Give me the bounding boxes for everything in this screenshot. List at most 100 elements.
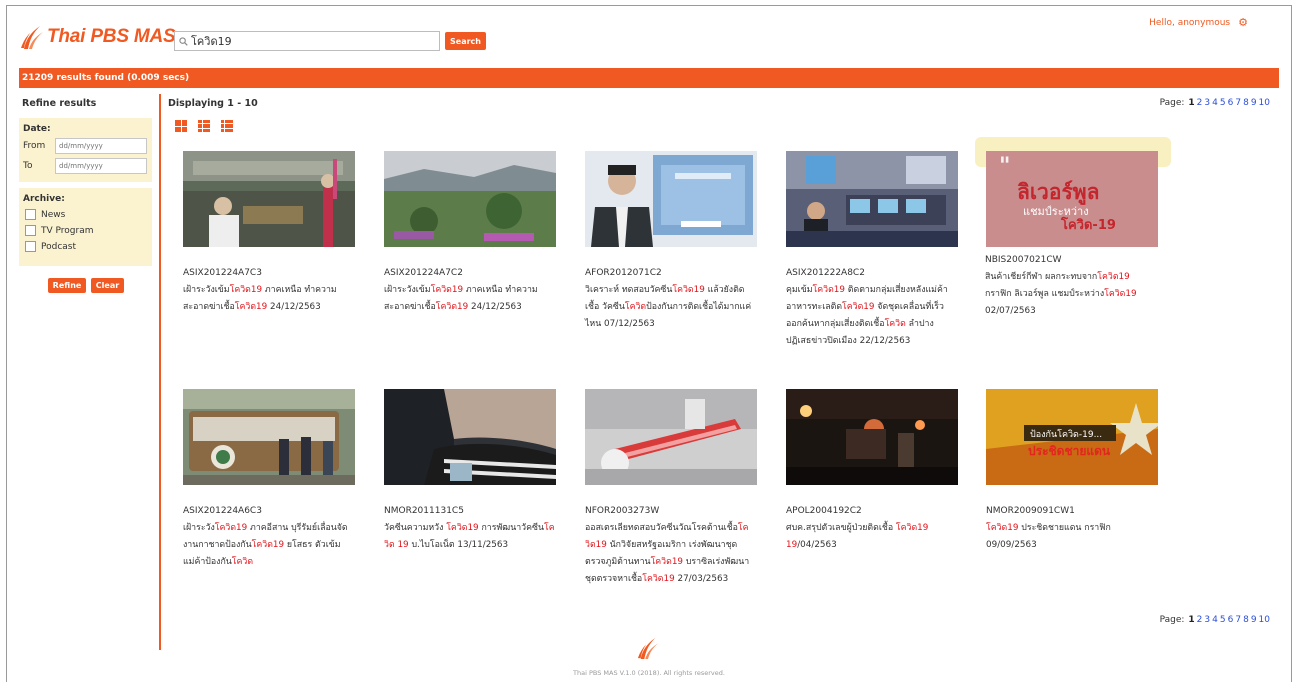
page-link[interactable]: 2 [1197,98,1203,108]
liverpool-title-text: ลิเวอร์พูล [1017,180,1100,206]
result-card[interactable]: NFOR2003273W ออสเตรเลียทดสอบวัคซีนวัณโรค… [585,389,757,588]
keyword-highlight: โควิด19 [251,540,285,550]
tv-program-checkbox[interactable] [25,225,36,236]
footer-bird-icon [637,636,659,664]
keyword-highlight: โควิด19 [895,523,929,533]
news-checkbox[interactable] [25,209,36,220]
thai-pbs-logo[interactable]: Thai PBS MAS [20,24,176,50]
video-thumbnail[interactable] [384,389,556,485]
refine-button[interactable]: Refine [48,278,86,293]
page-link[interactable]: 9 [1251,615,1257,625]
result-card[interactable]: ป้องกันโควิด-19... ประชิดชายแดน NMOR2009… [986,389,1162,554]
result-card[interactable]: APOL2004192C2 ศบค.สรุปตัวเลขผู้ป่วยติดเช… [786,389,958,554]
video-thumbnail[interactable] [183,389,355,485]
compact-list-view-icon[interactable] [198,120,210,132]
video-thumbnail[interactable] [585,389,757,485]
result-card[interactable]: ASIX201224A7C2 เฝ้าระวังเข้มโควิด19 ภาคเ… [384,151,556,316]
keyword-highlight: โควิด [624,302,647,312]
asset-description[interactable]: เฝ้าระวังโควิด19 ภาคอีสาน บุรีรัมย์เลื่อ… [183,520,355,571]
page-link[interactable]: 3 [1204,615,1210,625]
page-link[interactable]: 1 [1188,615,1194,625]
video-thumbnail[interactable] [384,151,556,247]
page-link[interactable]: 7 [1235,615,1241,625]
archive-option-news[interactable]: News [23,209,148,220]
result-card[interactable]: " ลิเวอร์พูล แชมป์ระหว่าง โควิด-19 NBIS2… [975,137,1171,320]
podcast-label: Podcast [41,241,77,252]
page-link[interactable]: 6 [1228,615,1234,625]
description-text: 27/03/2563 [674,574,729,584]
gear-icon[interactable]: ⚙ [1238,16,1248,29]
description-text: /04/2563 [797,540,837,550]
search-field[interactable] [174,31,440,51]
detail-list-view-icon[interactable] [221,120,233,132]
to-date-input[interactable] [55,158,147,174]
video-thumbnail[interactable] [585,151,757,247]
page-link[interactable]: 4 [1212,615,1218,625]
page-link[interactable]: 8 [1243,615,1249,625]
from-date-input[interactable] [55,138,147,154]
page-link[interactable]: 7 [1235,98,1241,108]
user-greeting[interactable]: Hello, anonymous [1149,18,1230,28]
keyword-highlight: โควิด19 [234,302,268,312]
asset-description[interactable]: ออสเตรเลียทดสอบวัคซีนวัณโรคต้านเชื้อโควิ… [585,520,757,588]
asset-description[interactable]: ศบค.สรุปตัวเลขผู้ป่วยติดเชื้อ โควิด19 19… [786,520,958,554]
archive-option-tv-program[interactable]: TV Program [23,225,148,236]
page-label: Page: [1159,98,1185,108]
search-button[interactable]: Search [445,32,486,50]
keyword-highlight: โควิด19 [650,557,684,567]
pagination-bottom: Page: 1 2 3 4 5 6 7 8 9 10 [1160,615,1270,625]
page-link[interactable]: 5 [1220,98,1226,108]
results-count-bar: 21209 results found (0.009 secs) [19,68,1279,88]
page-link[interactable]: 6 [1228,98,1234,108]
video-thumbnail[interactable] [786,389,958,485]
page-link[interactable]: 1 [1188,98,1194,108]
result-card[interactable]: NMOR2011131C5 วัคซีนความหวัง โควิด19 การ… [384,389,556,554]
asset-code: ASIX201224A7C3 [183,268,262,278]
page-link[interactable]: 5 [1220,615,1226,625]
pagination-top: Page: 1 2 3 4 5 6 7 8 9 10 [1160,98,1270,108]
description-text: 02/07/2563 [985,306,1036,316]
video-thumbnail[interactable] [786,151,958,247]
video-thumbnail[interactable]: ป้องกันโควิด-19... ประชิดชายแดน [986,389,1162,485]
asset-description[interactable]: คุมเข้มโควิด19 ติดตามกลุ่มเสี่ยงหลังแม่ค… [786,282,958,350]
archive-option-podcast[interactable]: Podcast [23,241,148,252]
result-card[interactable]: ASIX201224A6C3 เฝ้าระวังโควิด19 ภาคอีสาน… [183,389,355,571]
asset-code: APOL2004192C2 [786,506,862,516]
page-link[interactable]: 2 [1197,615,1203,625]
liverpool-covid-text: โควิด-19 [1060,216,1116,233]
video-thumbnail[interactable] [183,151,355,247]
description-text: 24/12/2563 [468,302,522,312]
to-label: To [23,161,33,171]
page-link[interactable]: 4 [1212,98,1218,108]
border-bottom-text: ประชิดชายแดน [1028,444,1111,458]
page-link[interactable]: 9 [1251,98,1257,108]
result-card[interactable]: ASIX201224A7C3 เฝ้าระวังเข้มโควิด19 ภาคเ… [183,151,355,316]
description-text: สินค้าเชียร์กีฬา ผลกระทบจาก [985,272,1098,282]
page-link[interactable]: 3 [1204,98,1210,108]
podcast-checkbox[interactable] [25,241,36,252]
clear-button[interactable]: Clear [91,278,124,293]
asset-description[interactable]: สินค้าเชียร์กีฬา ผลกระทบจากโควิด19 กราฟิ… [985,269,1157,320]
view-toggle [175,120,244,132]
video-thumbnail[interactable]: " ลิเวอร์พูล แชมป์ระหว่าง โควิด-19 [975,137,1171,247]
page-link[interactable]: 8 [1243,98,1249,108]
result-card[interactable]: ASIX201222A8C2 คุมเข้มโควิด19 ติดตามกลุ่… [786,151,958,350]
description-text: เฝ้าระวัง [183,523,215,533]
asset-description[interactable]: เฝ้าระวังเข้มโควิด19 ภาคเหนือ ทำความสะอา… [384,282,556,316]
page-link[interactable]: 10 [1259,98,1270,108]
page-link[interactable]: 10 [1259,615,1270,625]
archive-filter-title: Archive: [23,194,65,204]
user-menu[interactable]: Hello, anonymous ⚙ [1149,16,1248,29]
asset-description[interactable]: เฝ้าระวังเข้มโควิด19 ภาคเหนือ ทำความสะอา… [183,282,355,316]
asset-description[interactable]: โควิด19 ประชิดชายแดน กราฟิก 09/09/2563 [986,520,1158,554]
asset-code: ASIX201222A8C2 [786,268,865,278]
grid-view-icon[interactable] [175,120,187,132]
asset-description[interactable]: วัคซีนความหวัง โควิด19 การพัฒนาวัคซีนโคว… [384,520,556,554]
asset-code: AFOR2012071C2 [585,268,662,278]
keyword-highlight: โควิด19 [1097,272,1130,282]
result-card[interactable]: AFOR2012071C2 วิเคราะห์ ทดสอบวัคซีนโควิด… [585,151,757,333]
search-input[interactable] [191,34,431,48]
description-text: การพัฒนาวัคซีน [478,523,544,533]
asset-description[interactable]: วิเคราะห์ ทดสอบวัคซีนโควิด19 แล้วยังติดเ… [585,282,757,333]
keyword-highlight: โควิด19 [986,523,1019,533]
